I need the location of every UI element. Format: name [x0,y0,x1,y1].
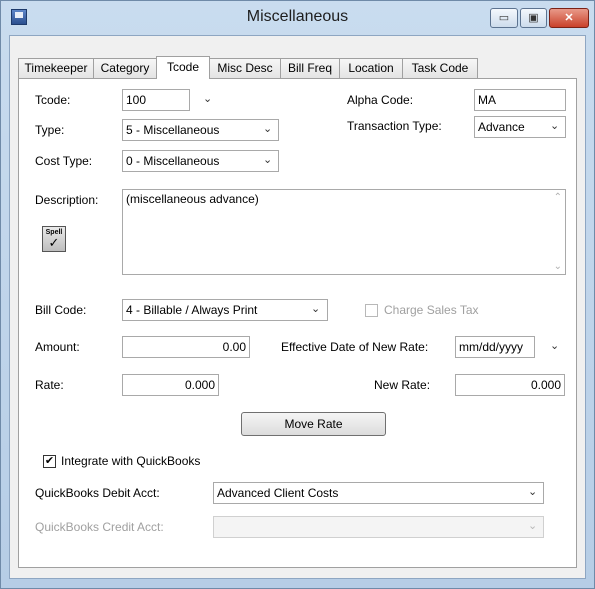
bill-code-select[interactable]: 4 - Billable / Always Print [122,299,328,321]
title-bar[interactable]: Miscellaneous ▭ ▣ ✕ [1,1,594,35]
integrate-quickbooks-checkbox[interactable]: ✔ [43,455,56,468]
move-rate-button[interactable]: Move Rate [241,412,386,436]
tab-timekeeper[interactable]: Timekeeper [18,58,94,78]
tcode-panel: Tcode: 100 ⌄ Alpha Code: MA Type: 5 - Mi… [18,78,577,568]
effective-date-label: Effective Date of New Rate: [281,340,429,354]
description-label: Description: [35,193,99,207]
tab-task-code[interactable]: Task Code [402,58,478,78]
tab-category[interactable]: Category [93,58,157,78]
chevron-down-icon[interactable]: ⌄ [528,519,537,532]
description-text: (miscellaneous advance) [126,192,259,206]
tcode-label: Tcode: [35,93,71,107]
cost-type-label: Cost Type: [35,154,93,168]
effective-date-field[interactable]: mm/dd/yyyy [455,336,535,358]
minimize-button[interactable]: ▭ [490,8,518,28]
chevron-down-icon[interactable]: ⌄ [203,92,212,105]
scroll-up-arrow-icon[interactable]: ⌃ [554,192,562,203]
qb-debit-select[interactable]: Advanced Client Costs [213,482,544,504]
qb-debit-label: QuickBooks Debit Acct: [35,486,160,500]
charge-sales-tax-label: Charge Sales Tax [384,303,479,317]
rate-label: Rate: [35,378,64,392]
rate-field[interactable]: 0.000 [122,374,219,396]
cost-type-select[interactable]: 0 - Miscellaneous [122,150,279,172]
bill-code-label: Bill Code: [35,303,87,317]
amount-field[interactable]: 0.00 [122,336,250,358]
chevron-down-icon[interactable]: ⌄ [263,153,272,166]
qb-credit-label: QuickBooks Credit Acct: [35,520,164,534]
maximize-button[interactable]: ▣ [520,8,547,28]
alpha-code-label: Alpha Code: [347,93,414,107]
type-label: Type: [35,123,65,137]
scroll-down-arrow-icon[interactable]: ⌄ [554,261,562,272]
chevron-down-icon[interactable]: ⌄ [263,122,272,135]
spell-check-icon: ✓ [48,235,60,250]
new-rate-label: New Rate: [374,378,431,392]
transaction-type-label: Transaction Type: [347,119,442,133]
description-textarea[interactable]: (miscellaneous advance) ⌃ ⌄ [122,189,566,275]
tab-tcode[interactable]: Tcode [156,56,210,79]
alpha-code-field[interactable]: MA [474,89,566,111]
tab-bill-freq[interactable]: Bill Freq [280,58,340,78]
chevron-down-icon[interactable]: ⌄ [550,119,559,132]
chevron-down-icon[interactable]: ⌄ [311,302,320,315]
tcode-field[interactable]: 100 [122,89,190,111]
charge-sales-tax-checkbox[interactable] [365,304,378,317]
amount-label: Amount: [35,340,80,354]
chevron-down-icon[interactable]: ⌄ [528,485,537,498]
close-button[interactable]: ✕ [549,8,589,28]
type-select[interactable]: 5 - Miscellaneous [122,119,279,141]
spell-check-button[interactable]: Spell ✓ [42,226,66,252]
tab-misc-desc[interactable]: Misc Desc [209,58,281,78]
tab-location[interactable]: Location [339,58,403,78]
new-rate-field[interactable]: 0.000 [455,374,565,396]
integrate-quickbooks-label: Integrate with QuickBooks [61,454,201,468]
dialog-client-area: Timekeeper Category Tcode Misc Desc Bill… [9,35,586,579]
chevron-down-icon[interactable]: ⌄ [550,339,559,352]
qb-credit-select[interactable] [213,516,544,538]
window: Miscellaneous ▭ ▣ ✕ Timekeeper Category … [0,0,595,589]
